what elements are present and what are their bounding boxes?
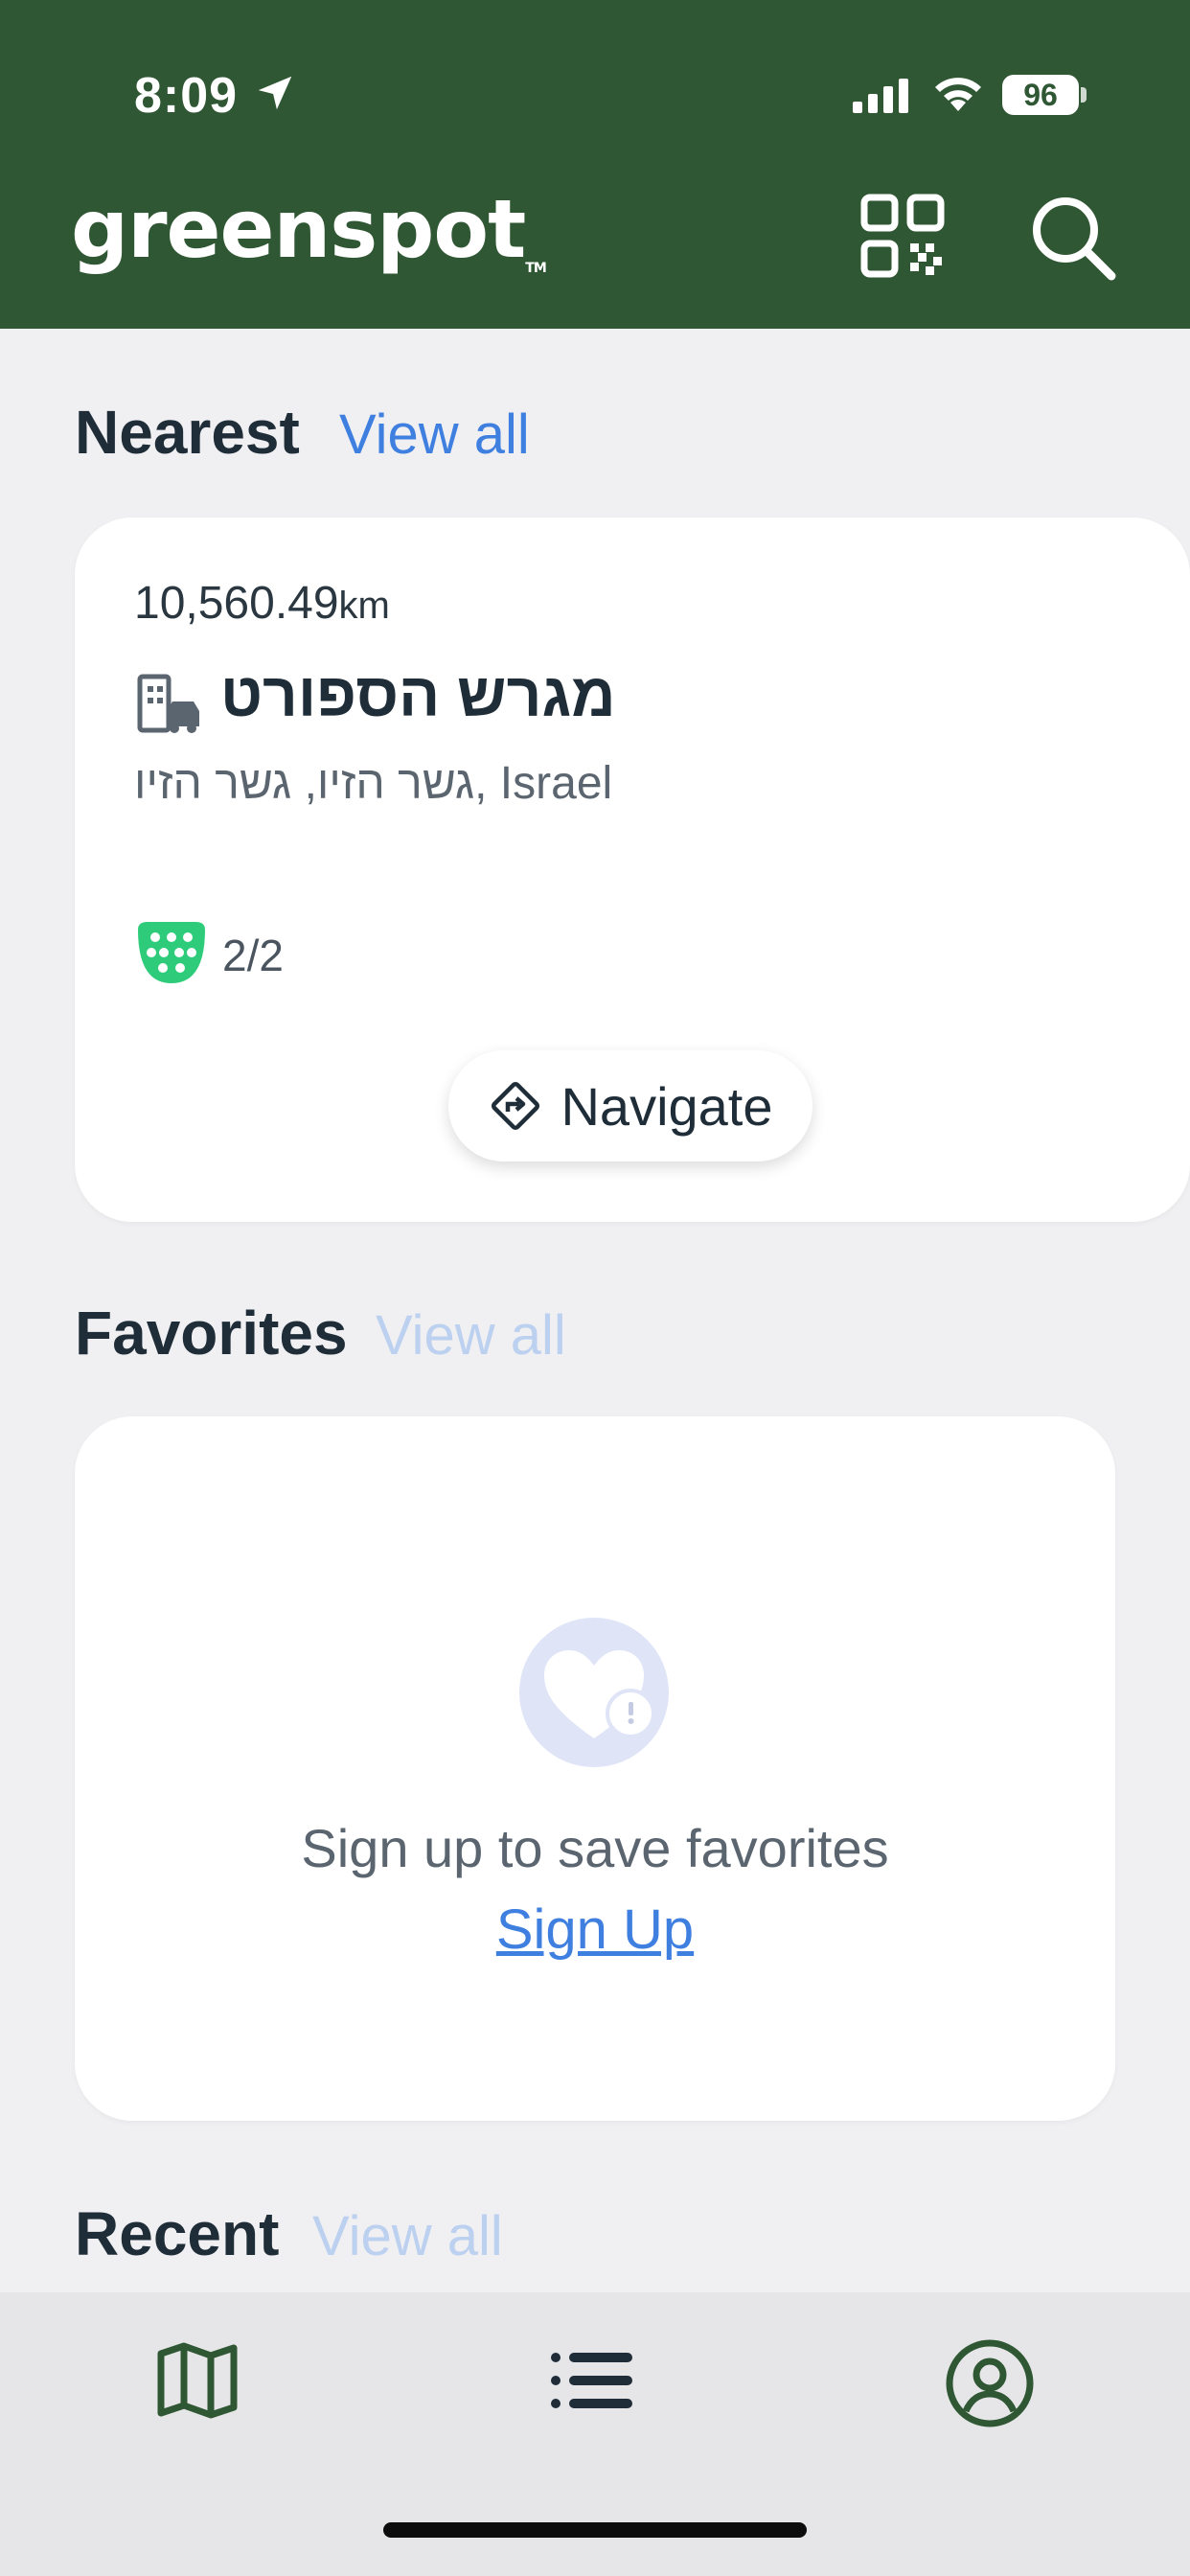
cellular-signal-icon [853,79,908,113]
status-time: 8:09 [134,68,239,124]
navigate-label: Navigate [561,1075,773,1137]
battery-tip [1081,87,1087,103]
list-icon[interactable] [548,2338,636,2423]
recent-view-all-link[interactable]: View all [312,2204,503,2268]
distance-unit: km [338,585,390,627]
favorites-title: Favorites [75,1299,348,1368]
logo-trademark: TM [525,261,547,276]
recent-title: Recent [75,2199,280,2268]
directions-icon [492,1081,540,1131]
home-indicator[interactable] [383,2522,807,2538]
station-building-icon [137,674,199,733]
wifi-icon [935,78,981,111]
connector-availability: 2/2 [222,931,284,980]
navigate-button[interactable]: Navigate [448,1050,812,1162]
favorites-view-all-link[interactable]: View all [376,1303,566,1368]
nearest-title: Nearest [75,398,300,467]
profile-icon[interactable] [945,2338,1035,2428]
nearest-station-card[interactable]: 10,560.49km מגרש הספורט גשר הזיו, גשר הז… [75,518,1190,1222]
map-icon[interactable] [155,2338,240,2423]
station-name: מגרש הספורט [220,660,616,729]
signup-link[interactable]: Sign Up [75,1898,1115,1962]
favorites-empty-message: Sign up to save favorites [301,1818,889,1878]
station-distance: 10,560.49km [134,578,390,629]
location-arrow-icon [258,76,292,110]
search-icon[interactable] [1029,194,1117,282]
favorite-empty-heart-icon [519,1618,669,1767]
nearest-view-all-link[interactable]: View all [339,402,530,467]
favorites-card: Sign up to save favorites Sign Up [75,1416,1115,2121]
qr-code-icon[interactable] [860,194,945,278]
app-header: 8:09 96 greenspotTM [0,0,1190,329]
app-logo: greenspotTM [71,182,547,276]
battery-indicator: 96 [1002,75,1079,115]
station-address: גשר הזיו, גשר הזיו, Israel [134,758,613,809]
ev-connector-icon [138,922,205,983]
